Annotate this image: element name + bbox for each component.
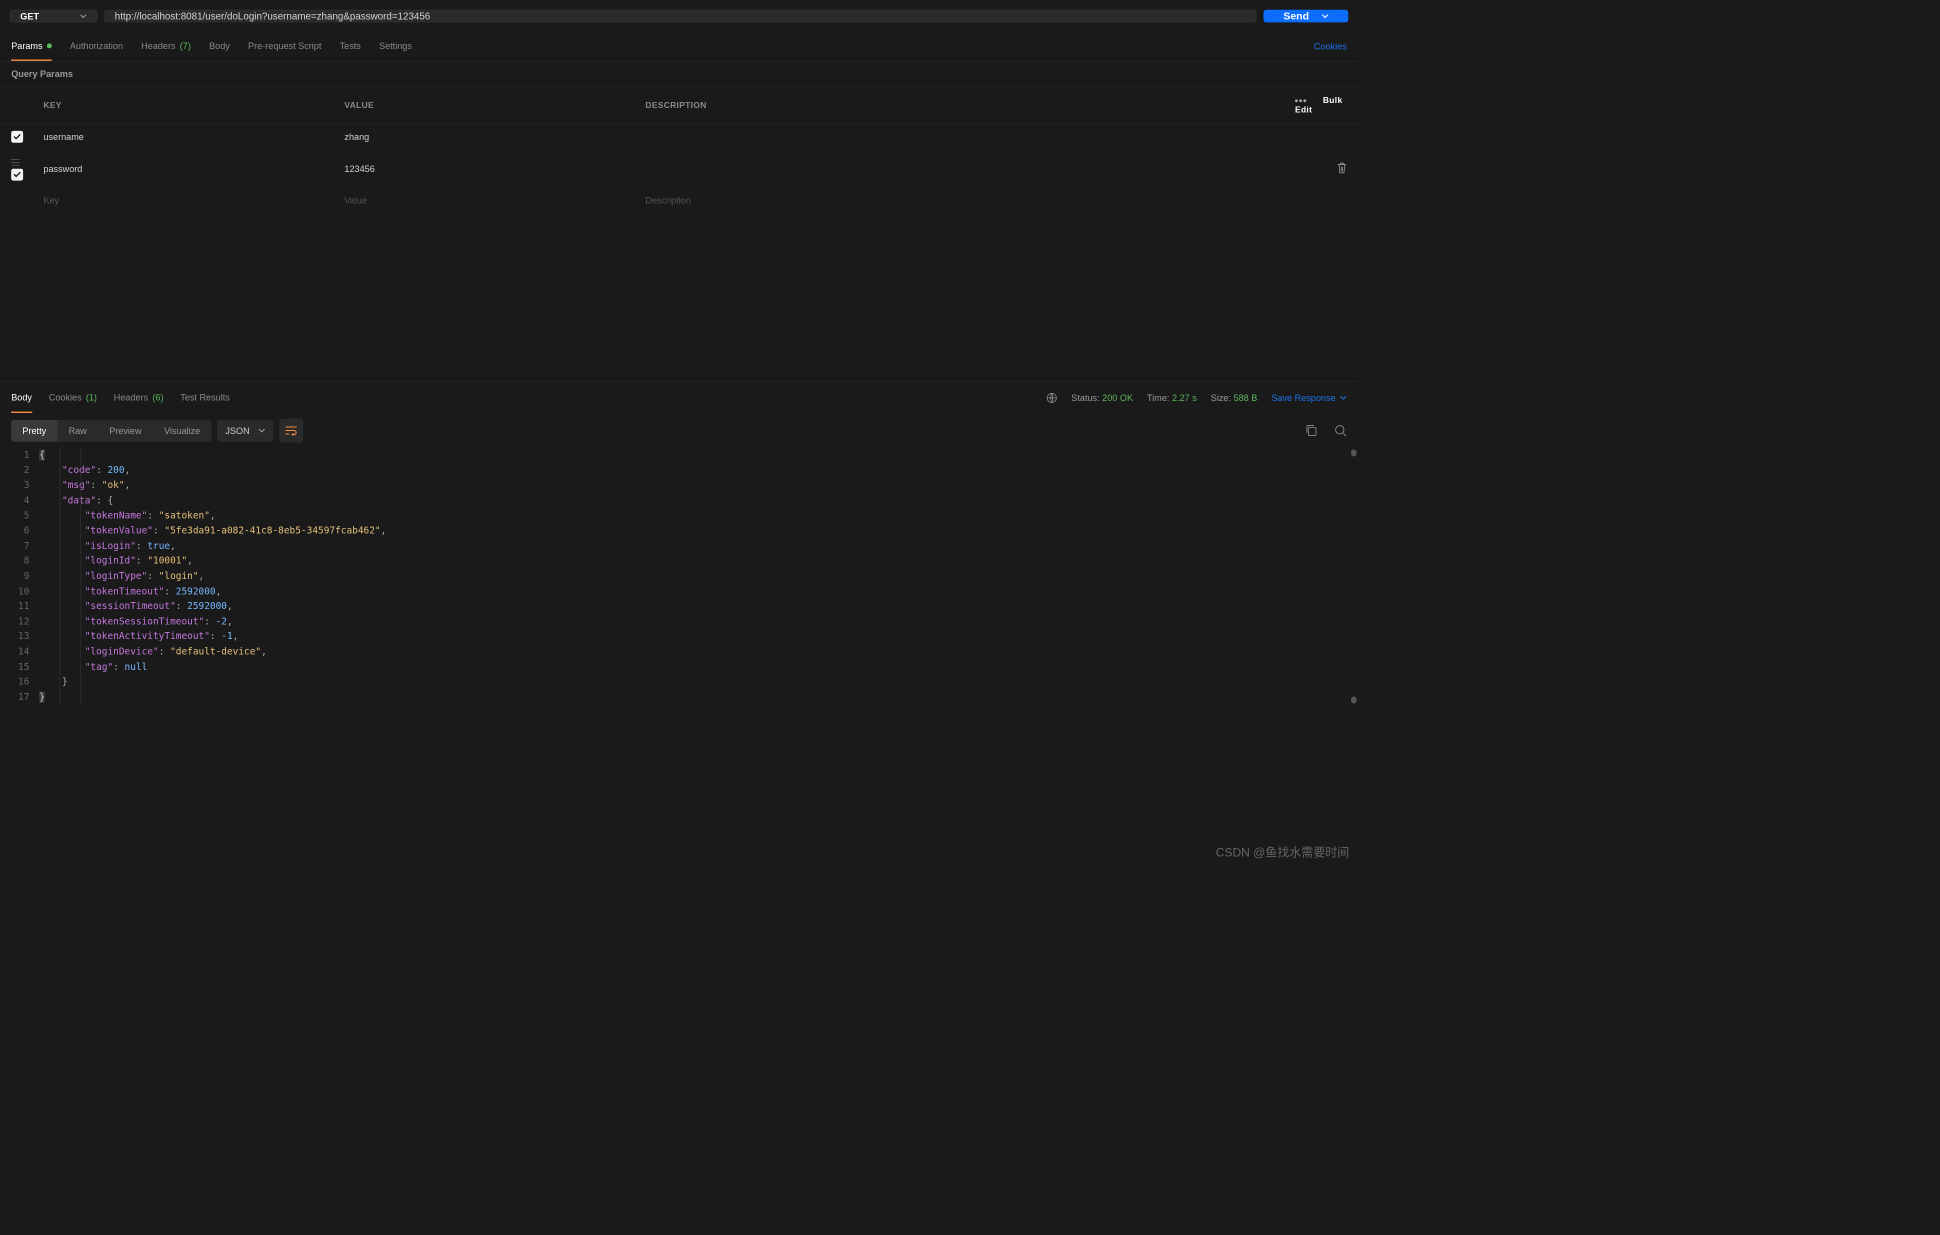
drag-handle-icon[interactable] (11, 158, 19, 169)
size-text: Size: 588 B (1211, 392, 1258, 403)
code-line: "loginDevice": "default-device", (39, 645, 1358, 660)
view-visualize[interactable]: Visualize (153, 420, 212, 442)
col-value: VALUE (337, 86, 638, 123)
response-tab-test-results[interactable]: Test Results (180, 382, 230, 413)
code-line: "isLogin": true, (39, 539, 1358, 554)
code-line: "tokenValue": "5fe3da91-a082-41c8-8eb5-3… (39, 524, 1358, 539)
code-line: } (39, 675, 1358, 690)
table-row: username zhang (0, 124, 1358, 151)
format-select[interactable]: JSON (217, 420, 273, 442)
param-value[interactable]: zhang (337, 124, 638, 151)
checkbox[interactable] (11, 131, 23, 143)
code-line: "sessionTimeout": 2592000, (39, 599, 1358, 614)
url-input[interactable] (104, 10, 1256, 23)
response-section: Body Cookies (1) Headers (6) Test Result… (0, 382, 1358, 719)
dot-icon (47, 43, 52, 48)
code-line: "msg": "ok", (39, 478, 1358, 493)
param-key[interactable]: password (36, 150, 337, 188)
params-table: KEY VALUE DESCRIPTION Bulk Edit username… (0, 86, 1358, 214)
code-line: { (39, 448, 1358, 463)
query-params-title: Query Params (0, 62, 1358, 87)
trash-icon[interactable] (1337, 162, 1347, 175)
code-line: "code": 200, (39, 463, 1358, 478)
wrap-lines-button[interactable] (279, 419, 303, 443)
col-key: KEY (36, 86, 337, 123)
param-key[interactable]: username (36, 124, 337, 151)
table-row: password 123456 (0, 150, 1358, 188)
checkbox[interactable] (11, 169, 23, 181)
response-body: 1234567891011121314151617 { "code": 200,… (0, 448, 1358, 719)
code-line: "loginType": "login", (39, 569, 1358, 584)
view-pretty[interactable]: Pretty (11, 420, 57, 442)
tab-prerequest[interactable]: Pre-request Script (248, 32, 321, 61)
code-line: "loginId": "10001", (39, 554, 1358, 569)
code-line: "tokenActivityTimeout": -1, (39, 630, 1358, 645)
param-value[interactable]: 123456 (337, 150, 638, 188)
request-bar: GET Send (0, 0, 1358, 32)
view-raw[interactable]: Raw (57, 420, 98, 442)
view-preview[interactable]: Preview (98, 420, 153, 442)
tab-body[interactable]: Body (209, 32, 230, 61)
code-line: "data": { (39, 493, 1358, 508)
response-tab-cookies[interactable]: Cookies (1) (49, 382, 97, 413)
send-button[interactable]: Send (1264, 10, 1348, 23)
param-value-placeholder[interactable]: Value (337, 188, 638, 213)
response-tab-headers[interactable]: Headers (6) (114, 382, 164, 413)
tab-params[interactable]: Params (11, 32, 51, 61)
param-desc-placeholder[interactable]: Description (638, 188, 1288, 213)
watermark: CSDN @鱼找水需要时间 (1216, 843, 1349, 860)
send-label: Send (1283, 10, 1309, 22)
chevron-down-icon (1322, 14, 1329, 18)
param-desc[interactable] (638, 124, 1288, 151)
code-line: "tokenName": "satoken", (39, 509, 1358, 524)
chevron-down-icon (80, 14, 87, 18)
more-icon[interactable] (1295, 99, 1306, 102)
param-desc[interactable] (638, 150, 1288, 188)
bulk-edit-link[interactable]: Bulk Edit (1295, 95, 1343, 115)
tab-settings[interactable]: Settings (379, 32, 412, 61)
code-line: "tokenTimeout": 2592000, (39, 584, 1358, 599)
copy-icon[interactable] (1305, 424, 1318, 437)
method-select[interactable]: GET (10, 10, 97, 23)
response-tab-body[interactable]: Body (11, 382, 32, 413)
code-line: } (39, 690, 1358, 705)
request-tabs: Params Authorization Headers (7) Body Pr… (0, 32, 1358, 61)
param-key-placeholder[interactable]: Key (36, 188, 337, 213)
tab-tests[interactable]: Tests (340, 32, 361, 61)
save-response-link[interactable]: Save Response (1271, 392, 1346, 403)
table-row-new: Key Value Description (0, 188, 1358, 213)
search-icon[interactable] (1334, 424, 1347, 437)
time-text: Time: 2.27 s (1147, 392, 1197, 403)
globe-icon[interactable] (1047, 392, 1058, 403)
method-label: GET (20, 11, 39, 22)
status-text: Status: 200 OK (1071, 392, 1133, 403)
col-description: DESCRIPTION (638, 86, 1288, 123)
tab-headers[interactable]: Headers (7) (141, 32, 191, 61)
code-line: "tag": null (39, 660, 1358, 675)
tab-authorization[interactable]: Authorization (70, 32, 123, 61)
view-modes: Pretty Raw Preview Visualize (11, 420, 211, 442)
cookies-link[interactable]: Cookies (1314, 41, 1347, 52)
code-line: "tokenSessionTimeout": -2, (39, 614, 1358, 629)
